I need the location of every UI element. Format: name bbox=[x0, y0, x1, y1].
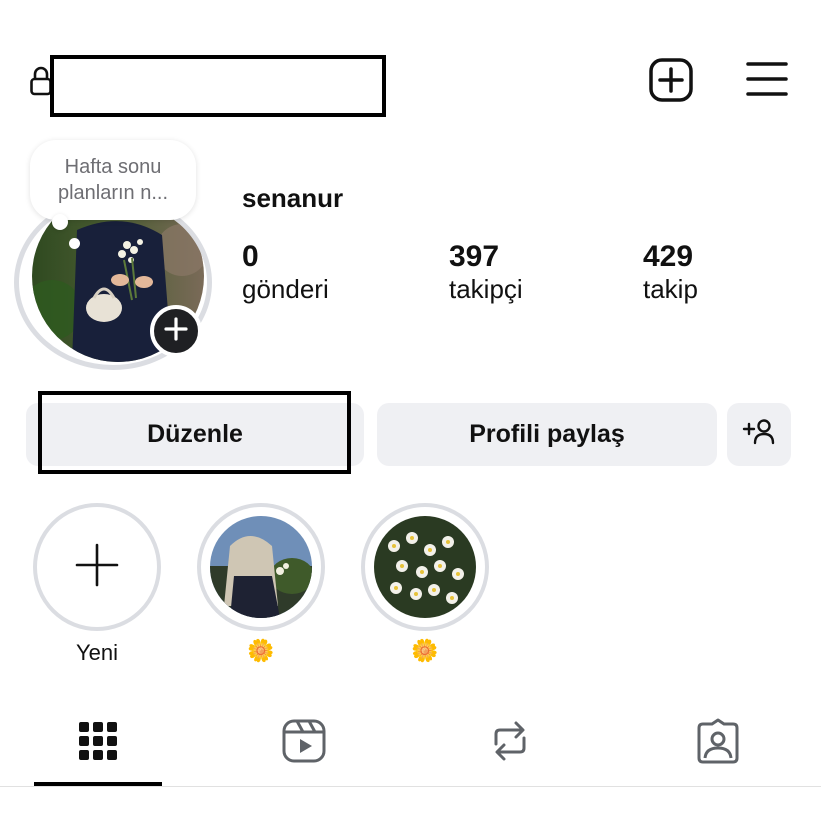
add-story-button[interactable] bbox=[150, 305, 202, 357]
highlight-thumbnail bbox=[374, 516, 476, 618]
menu-button[interactable] bbox=[742, 58, 792, 104]
highlight-item[interactable] bbox=[197, 503, 325, 631]
plus-icon bbox=[163, 316, 189, 347]
stat-value: 429 bbox=[643, 240, 694, 273]
repost-icon bbox=[490, 718, 530, 769]
add-person-icon bbox=[742, 417, 776, 452]
tabs-divider bbox=[0, 786, 821, 787]
note-text-line2: planların n... bbox=[57, 182, 169, 204]
profile-name: senanur bbox=[242, 183, 344, 213]
highlight-item[interactable] bbox=[361, 503, 489, 631]
following-count[interactable]: 429 takip bbox=[643, 240, 698, 305]
followers-count[interactable]: 397 takipçi bbox=[449, 240, 523, 305]
note-text-line1: Hafta sonu bbox=[64, 156, 162, 178]
grid-icon bbox=[79, 721, 117, 765]
tab-reels[interactable] bbox=[224, 702, 384, 784]
note-bubble[interactable]: Hafta sonu planların n... bbox=[30, 140, 196, 220]
highlight-label: 🌼 bbox=[247, 638, 275, 663]
stat-label: gönderi bbox=[242, 274, 329, 304]
tab-reposts[interactable] bbox=[430, 702, 590, 784]
lock-icon bbox=[30, 66, 52, 96]
tab-tagged[interactable] bbox=[638, 702, 798, 784]
plus-square-icon bbox=[648, 57, 694, 108]
discover-people-button[interactable] bbox=[727, 403, 791, 466]
edit-button-highlight-frame bbox=[38, 391, 351, 474]
share-profile-label: Profili paylaş bbox=[469, 420, 625, 448]
hamburger-menu-icon bbox=[745, 60, 789, 103]
note-bubble-tail-dot bbox=[69, 238, 80, 249]
stat-value: 397 bbox=[449, 240, 500, 273]
plus-icon bbox=[75, 543, 119, 592]
stat-label: takipçi bbox=[449, 274, 523, 304]
highlight-thumbnail bbox=[210, 516, 312, 618]
share-profile-button[interactable]: Profili paylaş bbox=[377, 403, 717, 466]
tagged-icon bbox=[695, 718, 741, 769]
tab-posts-grid[interactable] bbox=[18, 702, 178, 784]
create-post-button[interactable] bbox=[645, 56, 697, 108]
highlight-new[interactable] bbox=[33, 503, 161, 631]
stat-value: 0 bbox=[242, 240, 259, 273]
note-bubble-tail bbox=[52, 214, 68, 230]
reels-icon bbox=[281, 718, 327, 769]
username-redaction-box[interactable] bbox=[50, 55, 386, 117]
highlight-label: Yeni bbox=[75, 640, 118, 665]
posts-count[interactable]: 0 gönderi bbox=[242, 240, 329, 305]
stat-label: takip bbox=[643, 274, 698, 304]
highlight-label: 🌼 bbox=[411, 638, 439, 663]
